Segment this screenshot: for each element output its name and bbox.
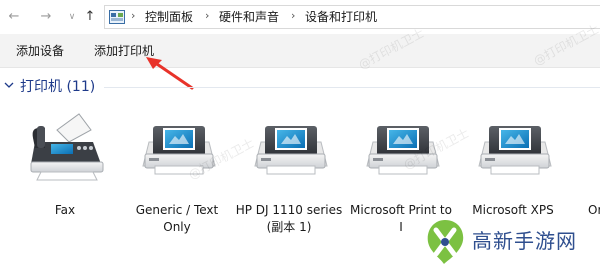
- site-name: 高新手游网: [472, 229, 577, 253]
- site-logo-badge: 高新手游网: [414, 214, 600, 270]
- group-divider: [104, 87, 600, 88]
- device-label: Generic / Text Only: [135, 203, 219, 234]
- device-fax[interactable]: Fax: [9, 108, 121, 270]
- command-bar: 添加设备 添加打印机: [0, 34, 600, 68]
- recent-locations-chevron-icon[interactable]: ∨: [64, 8, 80, 26]
- add-printer-button[interactable]: 添加打印机: [94, 44, 154, 58]
- breadcrumb-item-hardware-sound[interactable]: 硬件和声音: [219, 10, 279, 25]
- address-bar[interactable]: › 控制面板 › 硬件和声音 › 设备和打印机: [104, 5, 600, 29]
- breadcrumb-separator-icon: ›: [205, 9, 210, 22]
- back-arrow-icon[interactable]: ←: [6, 8, 22, 26]
- device-generic-text-only[interactable]: Generic / Text Only: [121, 108, 233, 270]
- forward-arrow-icon[interactable]: →: [38, 8, 54, 26]
- up-arrow-icon[interactable]: ↑: [82, 8, 98, 26]
- fax-icon: [30, 113, 104, 181]
- device-label: Fax: [54, 203, 76, 217]
- add-device-button[interactable]: 添加设备: [16, 44, 64, 58]
- printers-group-header[interactable]: 打印机 (11): [0, 76, 600, 98]
- breadcrumb-separator-icon: ›: [131, 9, 136, 22]
- group-title: 打印机 (11): [20, 79, 96, 95]
- navigation-bar: ← → ∨ ↑ › 控制面板 › 硬件和声音 › 设备和打印机: [0, 0, 600, 34]
- site-logo-icon: [427, 220, 464, 264]
- breadcrumb-item-devices-printers[interactable]: 设备和打印机: [305, 10, 377, 25]
- printer-icon: [475, 108, 555, 188]
- control-panel-icon: [109, 10, 125, 24]
- device-label: HP DJ 1110 series (副本 1): [235, 203, 343, 234]
- chevron-down-icon: [4, 82, 14, 88]
- breadcrumb-separator-icon: ›: [291, 9, 296, 22]
- printer-icon: [139, 108, 219, 188]
- printer-icon: [251, 108, 331, 188]
- breadcrumb-item-control-panel[interactable]: 控制面板: [145, 10, 193, 25]
- device-hp-dj-1110[interactable]: HP DJ 1110 series (副本 1): [233, 108, 345, 270]
